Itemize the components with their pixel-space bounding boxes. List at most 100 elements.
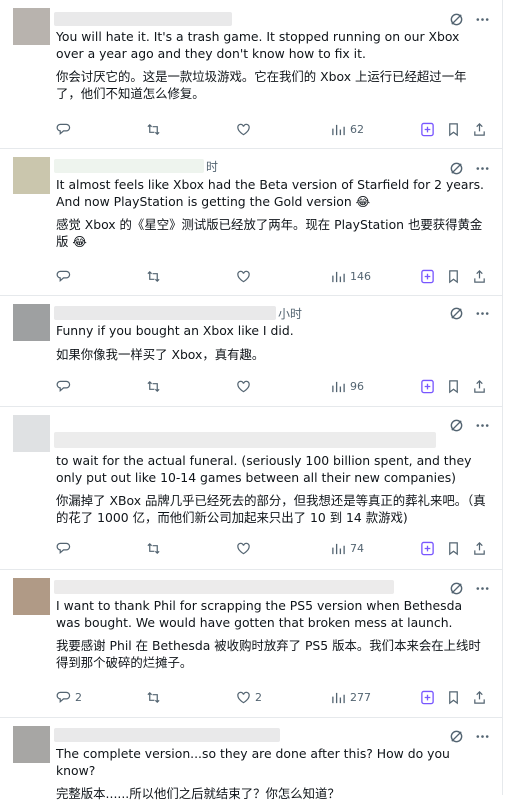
view-count: 62 — [350, 122, 364, 136]
like-button[interactable] — [236, 379, 251, 394]
bookmark-icon — [449, 541, 458, 555]
more-icon[interactable] — [474, 11, 490, 27]
avatar[interactable] — [13, 415, 50, 452]
reply-icon — [56, 123, 71, 135]
timestamp: 时 — [206, 159, 219, 174]
tweet[interactable]: The complete version...so they are done … — [0, 718, 502, 801]
tweet-text-english: to wait for the actual funeral. (serious… — [56, 453, 472, 485]
more-icon[interactable] — [474, 305, 490, 321]
retweet-icon — [147, 123, 160, 135]
more-icon[interactable] — [474, 728, 490, 744]
redacted-username — [54, 432, 436, 448]
grok-icon[interactable] — [448, 305, 464, 321]
reply-button[interactable] — [56, 379, 75, 394]
views-icon — [332, 543, 345, 554]
grok-icon[interactable] — [448, 728, 464, 744]
reply-icon — [56, 691, 71, 703]
avatar[interactable] — [13, 304, 50, 341]
views-icon — [332, 381, 345, 392]
grok-icon[interactable] — [448, 11, 464, 27]
bookmark-button[interactable] — [446, 690, 461, 705]
grok-icon[interactable] — [448, 160, 464, 176]
grok-explain-icon — [421, 690, 434, 704]
retweet-button[interactable] — [146, 122, 161, 137]
more-icon[interactable] — [474, 580, 490, 596]
grok-explain-icon — [421, 541, 434, 555]
like-button[interactable] — [236, 122, 251, 137]
reply-icon — [56, 270, 71, 282]
more-icon[interactable] — [474, 417, 490, 433]
timeline: You will hate it. It's a trash game. It … — [0, 0, 503, 801]
bookmark-icon — [449, 690, 458, 704]
views-button[interactable]: 96 — [331, 379, 364, 394]
more-icon[interactable] — [474, 160, 490, 176]
tweet-text-chinese: 你漏掉了 XBox 品牌几乎已经死去的部分，但我想还是等真正的葬礼来吧。（真的花… — [56, 493, 486, 525]
like-icon — [237, 542, 250, 554]
tweet-text-chinese: 你会讨厌它的。这是一款垃圾游戏。它在我们的 Xbox 上运行已经超过一年了，他们… — [56, 69, 467, 101]
reply-button[interactable]: 2 — [56, 690, 82, 705]
share-button[interactable] — [472, 122, 487, 137]
bookmark-button[interactable] — [446, 379, 461, 394]
tweet-text-chinese: 如果你像我一样买了 Xbox，真有趣。 — [56, 346, 265, 362]
tweet-header: 时 — [54, 157, 490, 175]
share-button[interactable] — [472, 541, 487, 556]
bookmark-button[interactable] — [446, 541, 461, 556]
tweet-text-english: Funny if you bought an Xbox like I did. — [56, 323, 294, 338]
tweet[interactable]: You will hate it. It's a trash game. It … — [0, 0, 502, 149]
reply-button[interactable] — [56, 541, 75, 556]
view-count: 96 — [350, 379, 364, 393]
tweet-text-chinese: 感觉 Xbox 的《星空》测试版已经放了两年。现在 PlayStation 也要… — [56, 217, 483, 249]
reply-button[interactable] — [56, 269, 75, 284]
grok-explain-button[interactable] — [420, 379, 435, 394]
redacted-username — [54, 580, 394, 594]
tweet-text-english: You will hate it. It's a trash game. It … — [56, 29, 460, 61]
grok-explain-icon — [421, 379, 434, 393]
views-icon — [332, 692, 345, 703]
grok-icon[interactable] — [448, 417, 464, 433]
share-icon — [474, 541, 485, 555]
redacted-username — [54, 306, 276, 320]
grok-explain-button[interactable] — [420, 690, 435, 705]
share-icon — [474, 122, 485, 136]
tweet[interactable]: 时 It almost feels like Xbox had the Beta… — [0, 149, 502, 296]
bookmark-icon — [449, 269, 458, 283]
view-count: 277 — [350, 690, 371, 704]
share-button[interactable] — [472, 690, 487, 705]
reply-button[interactable] — [56, 122, 75, 137]
grok-explain-button[interactable] — [420, 122, 435, 137]
share-button[interactable] — [472, 379, 487, 394]
share-button[interactable] — [472, 269, 487, 284]
views-button[interactable]: 146 — [331, 269, 371, 284]
avatar[interactable] — [13, 8, 50, 45]
like-button[interactable] — [236, 269, 251, 284]
retweet-button[interactable] — [146, 690, 161, 705]
tweet[interactable]: 小时 Funny if you bought an Xbox like I di… — [0, 296, 502, 407]
like-icon — [237, 123, 250, 135]
grok-icon[interactable] — [448, 580, 464, 596]
avatar[interactable] — [13, 726, 50, 763]
reply-icon — [56, 380, 71, 392]
tweet[interactable]: to wait for the actual funeral. (serious… — [0, 407, 502, 570]
views-button[interactable]: 74 — [331, 541, 364, 556]
like-count: 2 — [255, 690, 262, 704]
grok-explain-button[interactable] — [420, 269, 435, 284]
like-button[interactable] — [236, 541, 251, 556]
tweet-text-english: I want to thank Phil for scrapping the P… — [56, 598, 463, 630]
tweet-text-english: The complete version...so they are done … — [56, 746, 450, 778]
share-icon — [474, 379, 485, 393]
bookmark-button[interactable] — [446, 269, 461, 284]
views-button[interactable]: 277 — [331, 690, 371, 705]
bookmark-icon — [449, 122, 458, 136]
retweet-button[interactable] — [146, 269, 161, 284]
retweet-icon — [147, 380, 160, 392]
bookmark-button[interactable] — [446, 122, 461, 137]
retweet-button[interactable] — [146, 379, 161, 394]
tweet[interactable]: I want to thank Phil for scrapping the P… — [0, 570, 502, 718]
redacted-username — [54, 12, 232, 26]
like-button[interactable]: 2 — [236, 690, 262, 705]
grok-explain-button[interactable] — [420, 541, 435, 556]
avatar[interactable] — [13, 578, 50, 615]
views-button[interactable]: 62 — [331, 122, 364, 137]
retweet-button[interactable] — [146, 541, 161, 556]
avatar[interactable] — [13, 157, 50, 194]
